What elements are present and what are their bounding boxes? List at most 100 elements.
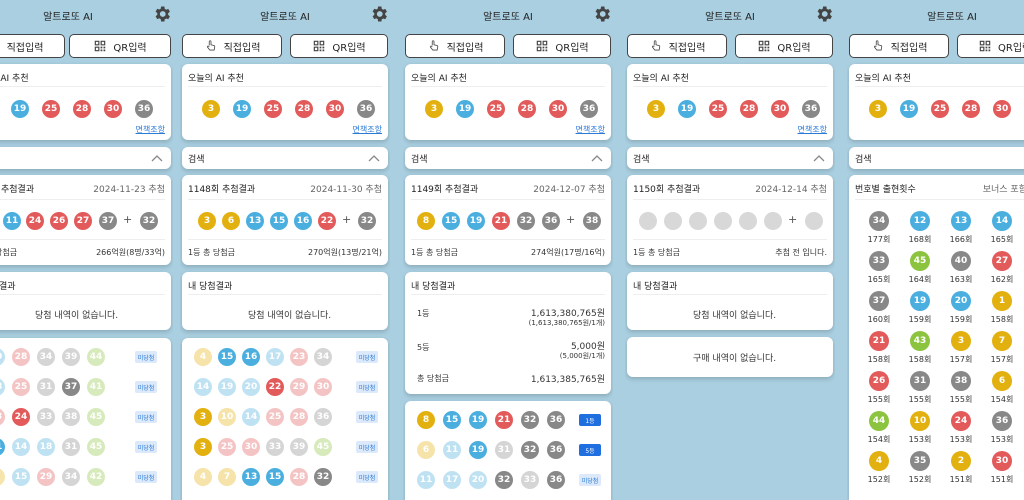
app-title: 알트로또 AI	[483, 12, 533, 23]
empty-message: 당첨 내역이 없습니다.	[248, 311, 332, 321]
app-header: 알트로또 AI	[847, 4, 1024, 26]
ticket-ball: 6	[417, 441, 435, 459]
qr-input-label: QR입력	[777, 42, 811, 54]
lotto-ball: 15	[270, 212, 288, 230]
direct-input-button[interactable]: 직접입력	[627, 34, 727, 58]
ticket-ball: 21	[869, 331, 889, 351]
qr-input-button[interactable]: QR입력	[290, 34, 388, 58]
prize-label: 당첨금	[0, 248, 18, 257]
lotto-ball: 3	[198, 212, 216, 230]
result-badge: 5등	[579, 444, 601, 456]
lotto-ball: 28	[295, 100, 313, 118]
chevron-up-icon[interactable]	[151, 153, 163, 163]
chevron-up-icon[interactable]	[813, 153, 825, 163]
appearance-count: 155회	[949, 395, 973, 404]
direct-input-button[interactable]: 직접입력	[182, 34, 282, 58]
appearance-count: 165회	[867, 275, 891, 284]
direct-input-button[interactable]: 직접입력	[849, 34, 949, 58]
chevron-up-icon[interactable]	[591, 153, 603, 163]
qr-input-label: QR입력	[998, 42, 1024, 54]
direct-input-button[interactable]: 직접입력	[405, 34, 505, 58]
appearance-count: 165회	[990, 235, 1014, 244]
lotto-ball: 3	[425, 100, 443, 118]
lotto-ball: 19	[233, 100, 251, 118]
gear-icon[interactable]	[592, 4, 612, 24]
search-bar[interactable]	[0, 147, 171, 169]
appearance-count: 177회	[867, 235, 891, 244]
search-bar[interactable]: 검색	[182, 147, 388, 169]
lotto-ball: 22	[318, 212, 336, 230]
appearance-count: 155회	[908, 395, 932, 404]
bonus-include-option[interactable]: 보너스 포함	[983, 182, 1024, 195]
qr-input-button[interactable]: QR입력	[513, 34, 611, 58]
lotto-ball: 25	[487, 100, 505, 118]
my-result-title: 내 당첨결과	[633, 282, 678, 292]
ticket-ball: 35	[910, 451, 930, 471]
disclaimer-link[interactable]: 면책조항	[798, 124, 827, 135]
my-result-card: 내 당첨결과 1등 1,613,380,765원 (1,613,380,765원…	[405, 272, 611, 394]
disclaimer-link[interactable]: 면책조항	[136, 124, 165, 135]
prize-label: 1등 총 당첨금	[411, 248, 458, 257]
chevron-up-icon[interactable]	[368, 153, 380, 163]
search-label: 검색	[411, 155, 428, 165]
ticket-ball: 13	[951, 211, 971, 231]
gear-icon[interactable]	[369, 4, 389, 24]
disclaimer-link[interactable]: 면책조항	[353, 124, 382, 135]
ticket-ball: 25	[266, 408, 284, 426]
ticket-ball: 25	[12, 378, 30, 396]
lotto-ball: 30	[771, 100, 789, 118]
qr-input-button[interactable]: QR입력	[69, 34, 171, 58]
gear-icon[interactable]	[814, 4, 834, 24]
result-badge: 미당첨	[356, 471, 378, 483]
ticket-ball: 45	[910, 251, 930, 271]
app-header: 알트로또 AI	[625, 4, 835, 26]
appearance-count: 164회	[908, 275, 932, 284]
qr-input-label: QR입력	[555, 42, 589, 54]
search-bar[interactable]: 검색	[405, 147, 611, 169]
qr-code-icon	[759, 40, 770, 52]
empty-ball	[689, 212, 707, 230]
qr-input-button[interactable]: QR입력	[735, 34, 833, 58]
ticket-ball: 3	[194, 408, 212, 426]
ai-recommendation-card: l AI 추천 19 25 28 30 36 면책조항	[0, 64, 171, 140]
empty-ball	[639, 212, 657, 230]
lotto-ball: 36	[542, 212, 560, 230]
ai-rec-title: l AI 추천	[0, 74, 29, 84]
ticket-ball: 19	[469, 441, 487, 459]
lotto-ball: 27	[74, 212, 92, 230]
rank-label: 1등	[417, 309, 430, 318]
lotto-ball: 32	[517, 212, 535, 230]
qr-code-icon	[95, 40, 106, 52]
appearance-count: 153회	[990, 435, 1014, 444]
ticket-ball: 39	[290, 438, 308, 456]
direct-input-button[interactable]: 직접입력	[0, 34, 65, 58]
disclaimer-link[interactable]: 면책조항	[576, 124, 605, 135]
result-badge: 미당첨	[135, 381, 157, 393]
result-badge: 미당첨	[356, 381, 378, 393]
my-result-title: 내 당첨결과	[188, 282, 233, 292]
ticket-ball: 19	[218, 378, 236, 396]
ticket-ball: 43	[910, 331, 930, 351]
ai-rec-title: 오늘의 AI 추천	[633, 74, 689, 84]
my-result-title: 내 당첨결과	[411, 282, 456, 292]
rank-detail: (1,613,380,765원/1개)	[528, 319, 605, 327]
ticket-ball: 28	[12, 348, 30, 366]
ticket-ball: 36	[547, 411, 565, 429]
ticket-ball: 29	[290, 378, 308, 396]
draw-result-card: 1148회 추첨결과 2024-11-30 추첨 3 6 13 15 16 22…	[182, 175, 388, 265]
appearance-count: 152회	[908, 475, 932, 484]
qr-input-button[interactable]: QR입력	[957, 34, 1024, 58]
lotto-ball: 28	[518, 100, 536, 118]
empty-ball	[739, 212, 757, 230]
search-bar[interactable]: 검색	[627, 147, 833, 169]
ticket-ball: 21	[495, 411, 513, 429]
ticket-ball: 44	[869, 411, 889, 431]
lotto-ball: 30	[104, 100, 122, 118]
hand-pointer-icon	[651, 40, 660, 51]
ai-recommendation-card: 오늘의 AI 추천 3 19 25 28 30 36 면책조항	[627, 64, 833, 140]
bonus-ball: 32	[358, 212, 376, 230]
search-bar[interactable]: 검색	[849, 147, 1024, 169]
gear-icon[interactable]	[152, 4, 172, 24]
ticket-ball: 4	[869, 451, 889, 471]
ticket-ball: 45	[87, 438, 105, 456]
